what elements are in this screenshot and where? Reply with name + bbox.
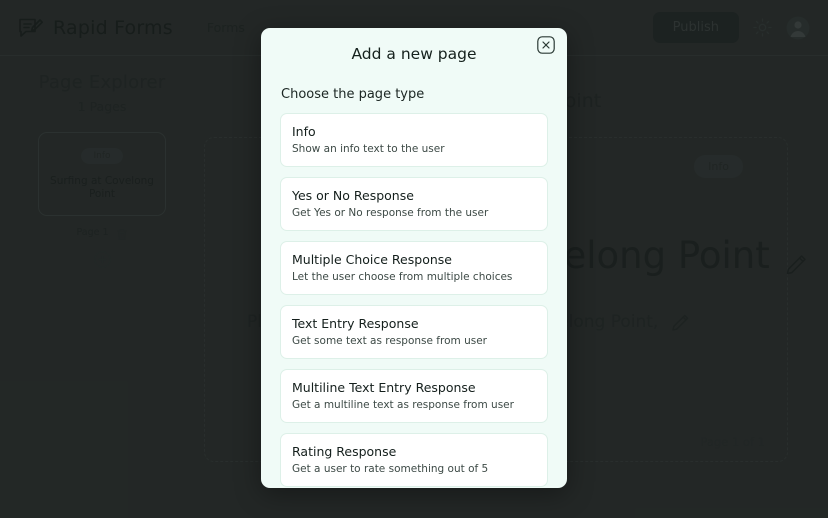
option-description: Get a multiline text as response from us… xyxy=(292,399,514,411)
option-description: Show an info text to the user xyxy=(292,143,445,155)
option-title: Multiple Choice Response xyxy=(292,252,452,267)
option-title: Text Entry Response xyxy=(292,316,419,331)
option-title: Rating Response xyxy=(292,444,397,459)
page-type-option-list: Info Show an info text to the user Yes o… xyxy=(261,102,567,487)
option-description: Get some text as response from user xyxy=(292,335,487,347)
option-title: Info xyxy=(292,124,316,139)
page-type-option[interactable]: Multiple Choice Response Let the user ch… xyxy=(280,241,548,295)
close-icon[interactable] xyxy=(537,36,555,54)
page-type-option[interactable]: Rating Response Get a user to rate somet… xyxy=(280,433,548,487)
add-page-modal: Add a new page Choose the page type Info… xyxy=(261,28,567,488)
option-description: Let the user choose from multiple choice… xyxy=(292,271,513,283)
option-description: Get Yes or No response from the user xyxy=(292,207,489,219)
page-type-option[interactable]: Yes or No Response Get Yes or No respons… xyxy=(280,177,548,231)
option-title: Multiline Text Entry Response xyxy=(292,380,476,395)
page-type-option[interactable]: Text Entry Response Get some text as res… xyxy=(280,305,548,359)
page-type-option[interactable]: Multiline Text Entry Response Get a mult… xyxy=(280,369,548,423)
option-title: Yes or No Response xyxy=(292,188,414,203)
modal-subtitle: Choose the page type xyxy=(281,87,425,102)
modal-title: Add a new page xyxy=(351,45,477,63)
page-type-option[interactable]: Info Show an info text to the user xyxy=(280,113,548,167)
option-description: Get a user to rate something out of 5 xyxy=(292,463,489,475)
